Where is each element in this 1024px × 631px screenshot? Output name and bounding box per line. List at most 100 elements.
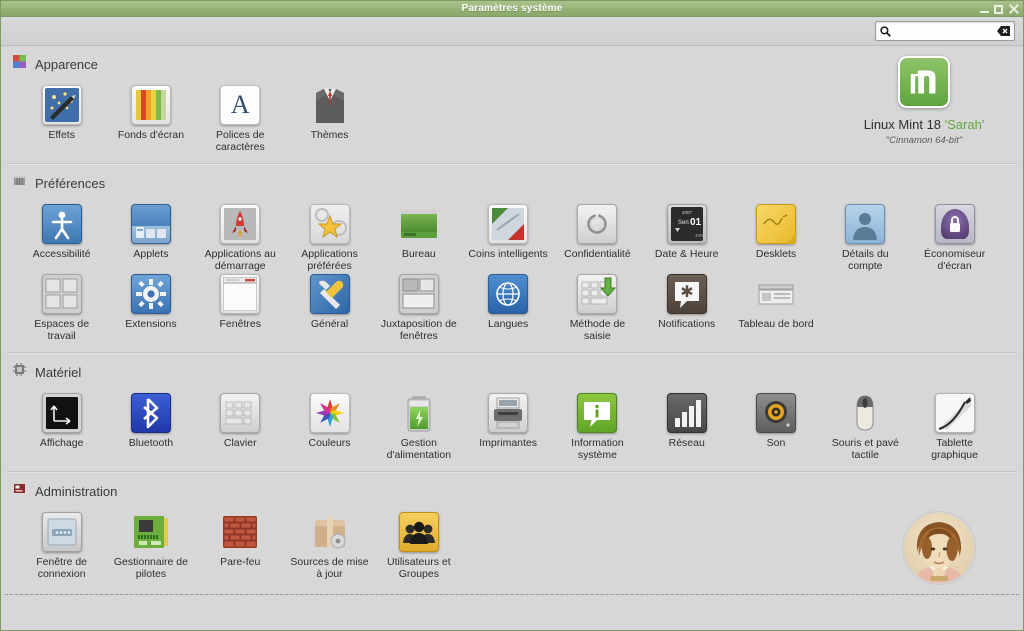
settings-tile-imprimantes[interactable]: Imprimantes [465,391,551,461]
clear-backspace-icon[interactable] [997,26,1010,36]
input-method-icon [577,274,618,314]
user-avatar[interactable] [903,512,975,584]
settings-tile-son[interactable]: Son [733,391,819,461]
tile-label: Langues [487,318,529,330]
printers-icon [488,393,529,433]
settings-tile-tablette-graphique[interactable]: Tablette graphique [912,391,998,461]
preferences-book-icon [13,174,26,192]
tile-label: Utilisateurs et Groupes [387,556,451,580]
settings-tile-applets[interactable]: Applets [108,202,194,272]
mouse-touchpad-icon [845,393,885,433]
settings-tile-reseau[interactable]: Réseau [644,391,730,461]
tile-label: Gestionnaire de pilotes [113,556,188,580]
settings-content: Apparence Effets Fonds d'écran A Polices… [1,46,1023,629]
settings-tile-bluetooth[interactable]: Bluetooth [108,391,194,461]
settings-tile-methode-saisie[interactable]: Méthode de saisie [554,272,640,342]
settings-tile-affichage[interactable]: Affichage [19,391,105,461]
settings-tile-juxtaposition-fenetres[interactable]: Juxtaposition de fenêtres [376,272,462,342]
settings-tile-pare-feu[interactable]: Pare-feu [197,510,283,580]
section-materiel: Matériel Affichage Bluetooth Clavier Cou… [1,354,1023,471]
settings-tile-espaces-travail[interactable]: Espaces de travail [19,272,105,342]
hardware-chip-icon [13,363,26,381]
screensaver-lock-icon [934,204,975,244]
privacy-icon [577,204,618,244]
keyboard-icon [220,393,261,433]
settings-tile-applications-demarrage[interactable]: Applications au démarrage [197,202,283,272]
settings-tile-souris-pave-tactile[interactable]: Souris et pavé tactile [822,391,908,461]
system-subtitle: "Cinnamon 64-bit" [885,135,963,146]
settings-tile-coins-intelligents[interactable]: Coins intelligents [465,202,551,272]
tile-label: Desklets [755,248,797,260]
tile-label: Effets [48,129,75,141]
settings-tile-gestion-alimentation[interactable]: Gestion d'alimentation [376,391,462,461]
account-details-icon [845,204,886,244]
search-input[interactable] [891,23,997,39]
toolbar [1,17,1023,46]
search-box[interactable] [875,21,1015,41]
extensions-gear-icon [130,274,171,314]
settings-tile-applications-preferees[interactable]: Applications préférées [287,202,373,272]
settings-tile-effets[interactable]: Effets [19,83,105,153]
settings-tile-details-compte[interactable]: Détails du compte [822,202,908,272]
settings-tile-utilisateurs-groupes[interactable]: Utilisateurs et Groupes [376,510,462,580]
tile-label: Réseau [668,437,705,449]
settings-tile-gestionnaire-pilotes[interactable]: Gestionnaire de pilotes [108,510,194,580]
tile-label: Détails du compte [841,248,889,272]
settings-tile-confidentialite[interactable]: Confidentialité [554,202,640,272]
driver-manager-icon [131,512,171,552]
grid-materiel: Affichage Bluetooth Clavier Couleurs Ges… [1,385,1023,471]
settings-tile-polices[interactable]: A Polices de caractères [197,83,283,153]
firewall-brick-icon [220,512,260,552]
workspaces-icon [41,274,82,314]
tile-label: Applications au démarrage [204,248,276,272]
graphics-tablet-icon [934,393,975,433]
settings-tile-sources-mise-a-jour[interactable]: Sources de mise à jour [287,510,373,580]
settings-tile-couleurs[interactable]: Couleurs [287,391,373,461]
settings-tile-fenetres[interactable]: Fenêtres [197,272,283,342]
system-name-prefix: Linux Mint 18 [863,117,945,132]
settings-tile-economiseur-ecran[interactable]: Économiseur d'écran [912,202,998,272]
tile-label: Applets [133,248,169,260]
system-settings-window: Paramètres système Apparence Effets Fond… [0,0,1024,631]
tile-label: Fenêtres [219,318,261,330]
tile-label: Souris et pavé tactile [831,437,899,461]
settings-tile-fonds-ecran[interactable]: Fonds d'écran [108,83,194,153]
settings-tile-notifications[interactable]: ✱ Notifications [644,272,730,342]
settings-tile-fenetre-connexion[interactable]: Fenêtre de connexion [19,510,105,580]
minimize-icon[interactable] [980,5,989,14]
settings-tile-general[interactable]: Général [287,272,373,342]
bottom-dashed-divider [5,594,1019,595]
settings-tile-bureau[interactable]: Bureau [376,202,462,272]
settings-tile-clavier[interactable]: Clavier [197,391,283,461]
tile-label: Information système [571,437,624,461]
tile-label: Bureau [401,248,436,260]
tile-label: Confidentialité [564,248,631,260]
tile-label: Fonds d'écran [117,129,185,141]
settings-tile-themes[interactable]: Thèmes [287,83,373,153]
settings-tile-extensions[interactable]: Extensions [108,272,194,342]
settings-tile-accessibilite[interactable]: Accessibilité [19,202,105,272]
bluetooth-icon [130,393,171,433]
login-window-icon [41,512,82,552]
settings-tile-langues[interactable]: Langues [465,272,551,342]
settings-tile-date-heure[interactable]: 2007 Sen 01 JAN Date & Heure [644,202,730,272]
svg-text:✱: ✱ [680,284,693,301]
window-title: Paramètres système [461,3,563,14]
close-icon[interactable] [1008,4,1019,15]
maximize-icon[interactable] [994,4,1003,14]
section-title: Matériel [35,364,82,380]
sound-speaker-icon [756,393,797,433]
tile-label: Juxtaposition de fenêtres [380,318,457,342]
section-header-preferences: Préférences [1,165,1023,196]
settings-tile-desklets[interactable]: Desklets [733,202,819,272]
grid-preferences: Accessibilité Applets Applications au dé… [1,196,1023,352]
tile-label: Date & Heure [654,248,719,260]
administration-icon [13,482,26,500]
users-groups-icon [398,512,439,552]
section-apparence: Apparence Effets Fonds d'écran A Polices… [1,46,1023,163]
tile-label: Thèmes [310,129,349,141]
settings-tile-information-systeme[interactable]: Information système [554,391,640,461]
tile-label: Clavier [223,437,257,449]
settings-tile-tableau-bord[interactable]: Tableau de bord [733,272,819,342]
general-wrench-icon [309,274,350,314]
